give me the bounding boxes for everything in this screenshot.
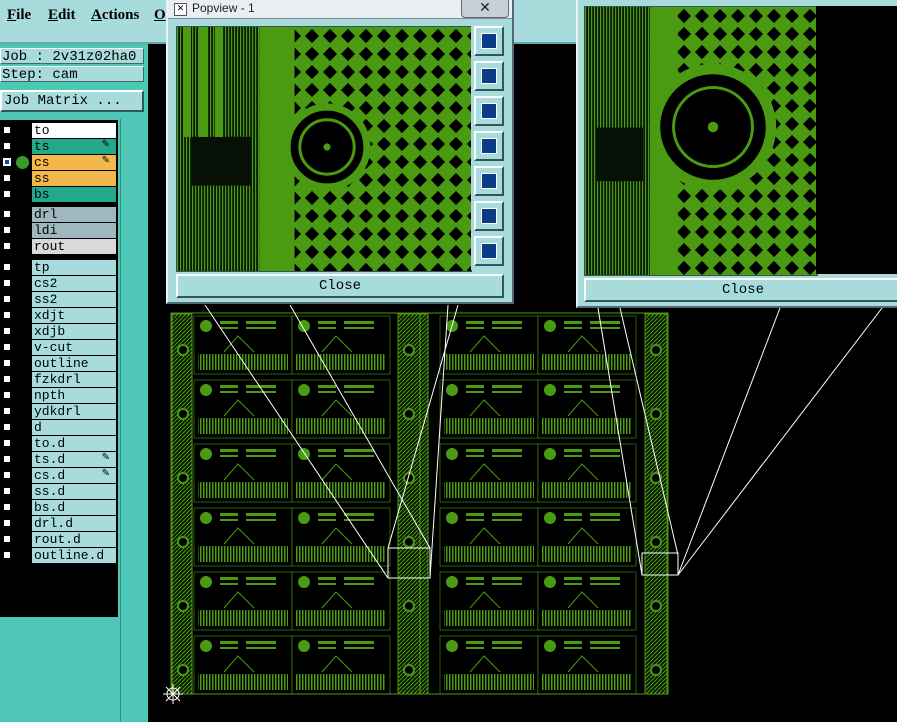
- pan-down-icon[interactable]: [474, 96, 504, 126]
- pan-right-icon[interactable]: [474, 166, 504, 196]
- hole-center: [707, 121, 719, 133]
- solder-mask-gap: [191, 136, 251, 186]
- popview-1-close-button[interactable]: Close: [176, 274, 504, 298]
- zoom-fit-icon[interactable]: [474, 26, 504, 56]
- popview-toolbar: [471, 24, 509, 270]
- pan-up-icon[interactable]: [474, 61, 504, 91]
- popview-window-2: Close: [576, 0, 897, 308]
- trace-bar: [215, 27, 223, 137]
- window-close-icon[interactable]: ✕: [461, 0, 509, 18]
- solder-mask-gap: [596, 127, 643, 182]
- hole-center: [323, 143, 331, 151]
- trace-bar: [199, 27, 207, 137]
- popview-title: Popview - 1: [192, 1, 255, 15]
- zoom-out-icon[interactable]: [474, 236, 504, 266]
- popview-2-empty-area: [816, 6, 897, 274]
- popview-window-1: ✕ Popview - 1 ✕ Close: [166, 0, 514, 304]
- popview-2-graphic: [585, 7, 817, 275]
- zoom-in-icon[interactable]: [474, 201, 504, 231]
- trace-bar: [183, 27, 191, 137]
- window-app-icon: ✕: [174, 3, 187, 16]
- popview-2-close-button[interactable]: Close: [584, 278, 897, 302]
- popview-1-graphic: [177, 27, 471, 271]
- pan-left-icon[interactable]: [474, 131, 504, 161]
- popview-2-viewport[interactable]: [584, 6, 818, 276]
- target-crosshair-icon: [163, 684, 183, 704]
- popview-1-viewport[interactable]: [176, 26, 472, 272]
